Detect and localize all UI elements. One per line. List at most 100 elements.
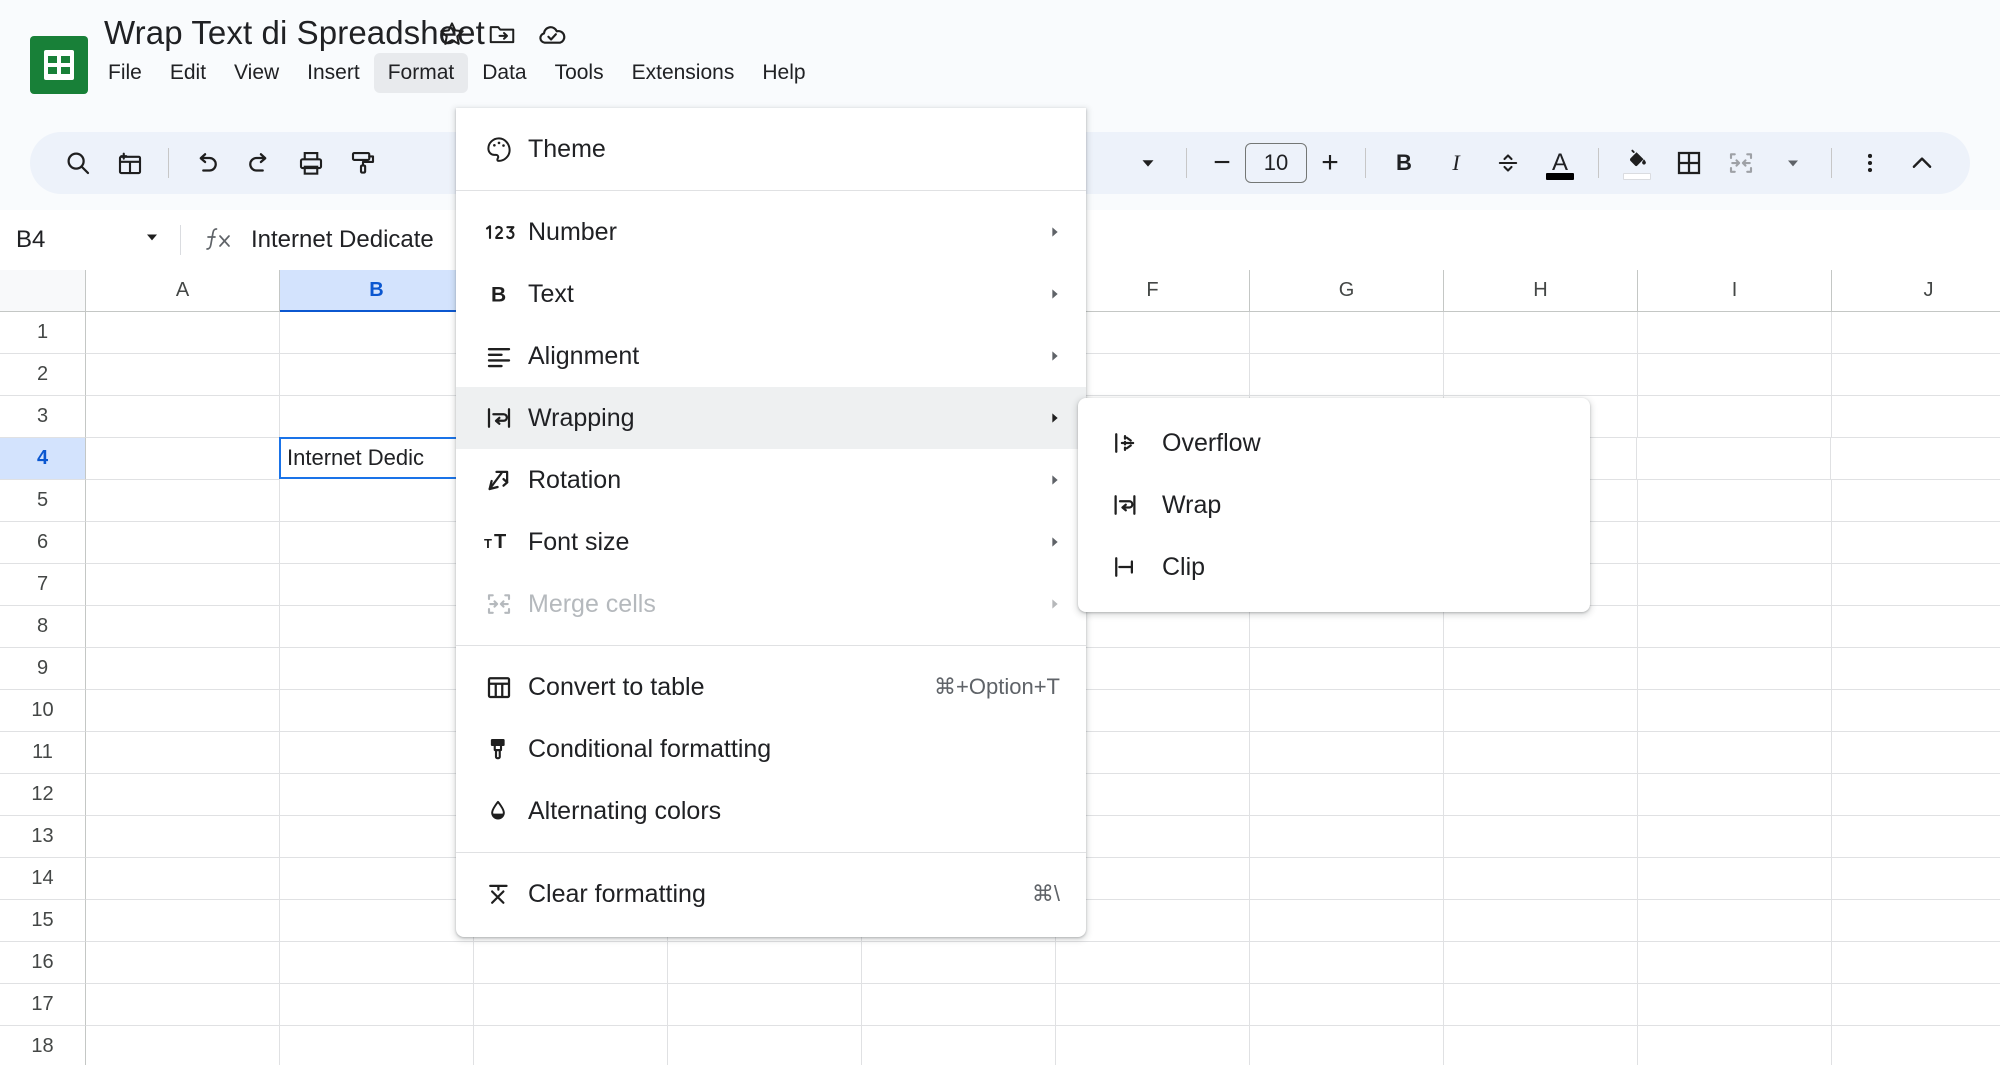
cell-C18[interactable]	[474, 1026, 668, 1065]
menu-format[interactable]: Format	[373, 53, 469, 93]
cell-B10[interactable]	[280, 690, 474, 732]
submenu-item-wrap[interactable]: Wrap	[1078, 474, 1590, 536]
row-header-11[interactable]: 11	[0, 732, 86, 774]
row-header-16[interactable]: 16	[0, 942, 86, 984]
cell-A4[interactable]	[86, 438, 280, 480]
cell-H1[interactable]	[1444, 312, 1638, 354]
cell-B14[interactable]	[280, 858, 474, 900]
cell-I15[interactable]	[1638, 900, 1832, 942]
submenu-item-clip[interactable]: Clip	[1078, 536, 1590, 598]
font-size-decrease-button[interactable]: −	[1199, 140, 1245, 186]
row-header-15[interactable]: 15	[0, 900, 86, 942]
cell-H9[interactable]	[1444, 648, 1638, 690]
cell-G14[interactable]	[1250, 858, 1444, 900]
cloud-saved-icon[interactable]	[532, 14, 572, 54]
cell-I4[interactable]	[1637, 438, 1831, 480]
cell-B7[interactable]	[280, 564, 474, 606]
cell-B8[interactable]	[280, 606, 474, 648]
cell-A5[interactable]	[86, 480, 280, 522]
cell-B3[interactable]	[280, 396, 474, 438]
cell-A13[interactable]	[86, 816, 280, 858]
cell-G18[interactable]	[1250, 1026, 1444, 1065]
fill-color-icon[interactable]	[1611, 137, 1663, 189]
cell-E18[interactable]	[862, 1026, 1056, 1065]
cell-B2[interactable]	[280, 354, 474, 396]
row-header-12[interactable]: 12	[0, 774, 86, 816]
menu-view[interactable]: View	[220, 53, 293, 93]
row-header-10[interactable]: 10	[0, 690, 86, 732]
move-to-folder-icon[interactable]	[482, 14, 522, 54]
menu-item-conditional-formatting[interactable]: Conditional formatting	[456, 718, 1086, 780]
cell-B11[interactable]	[280, 732, 474, 774]
menu-item-text[interactable]: B Text	[456, 263, 1086, 325]
cell-J6[interactable]	[1832, 522, 2000, 564]
fx-icon[interactable]	[203, 226, 235, 254]
cell-B15[interactable]	[280, 900, 474, 942]
column-header-A[interactable]: A	[86, 270, 280, 312]
row-header-1[interactable]: 1	[0, 312, 86, 354]
cell-C17[interactable]	[474, 984, 668, 1026]
cell-H18[interactable]	[1444, 1026, 1638, 1065]
row-header-9[interactable]: 9	[0, 648, 86, 690]
cell-H16[interactable]	[1444, 942, 1638, 984]
cell-A11[interactable]	[86, 732, 280, 774]
cell-H10[interactable]	[1444, 690, 1638, 732]
row-header-4[interactable]: 4	[0, 438, 86, 480]
cell-H17[interactable]	[1444, 984, 1638, 1026]
cell-J13[interactable]	[1832, 816, 2000, 858]
cell-J18[interactable]	[1832, 1026, 2000, 1065]
cell-I12[interactable]	[1638, 774, 1832, 816]
column-header-J[interactable]: J	[1832, 270, 2000, 312]
cell-I10[interactable]	[1638, 690, 1832, 732]
cell-I13[interactable]	[1638, 816, 1832, 858]
cell-B5[interactable]	[280, 480, 474, 522]
font-size-increase-button[interactable]: +	[1307, 140, 1353, 186]
cell-A9[interactable]	[86, 648, 280, 690]
cell-J16[interactable]	[1832, 942, 2000, 984]
cell-J9[interactable]	[1832, 648, 2000, 690]
cell-I3[interactable]	[1638, 396, 1832, 438]
menu-item-theme[interactable]: Theme	[456, 118, 1086, 180]
row-header-5[interactable]: 5	[0, 480, 86, 522]
cell-J8[interactable]	[1832, 606, 2000, 648]
cell-B12[interactable]	[280, 774, 474, 816]
cell-G2[interactable]	[1250, 354, 1444, 396]
cell-B6[interactable]	[280, 522, 474, 564]
cell-I8[interactable]	[1638, 606, 1832, 648]
cell-J12[interactable]	[1832, 774, 2000, 816]
cell-A12[interactable]	[86, 774, 280, 816]
menu-item-font-size[interactable]: T T Font size	[456, 511, 1086, 573]
cell-I18[interactable]	[1638, 1026, 1832, 1065]
cell-F17[interactable]	[1056, 984, 1250, 1026]
font-size-input[interactable]: 10	[1245, 143, 1307, 183]
column-header-B[interactable]: B	[280, 270, 474, 312]
submenu-item-overflow[interactable]: Overflow	[1078, 412, 1590, 474]
cell-J2[interactable]	[1832, 354, 2000, 396]
cell-A16[interactable]	[86, 942, 280, 984]
cell-G12[interactable]	[1250, 774, 1444, 816]
row-header-7[interactable]: 7	[0, 564, 86, 606]
cell-A6[interactable]	[86, 522, 280, 564]
row-header-6[interactable]: 6	[0, 522, 86, 564]
cell-B4[interactable]: Internet Dedic	[279, 437, 473, 479]
redo-icon[interactable]	[233, 137, 285, 189]
menu-extensions[interactable]: Extensions	[618, 53, 749, 93]
cell-G8[interactable]	[1250, 606, 1444, 648]
cell-J3[interactable]	[1832, 396, 2000, 438]
cell-J4[interactable]	[1831, 438, 2000, 480]
cell-G9[interactable]	[1250, 648, 1444, 690]
cell-B16[interactable]	[280, 942, 474, 984]
menu-file[interactable]: File	[94, 53, 156, 93]
menu-edit[interactable]: Edit	[156, 53, 220, 93]
cell-J17[interactable]	[1832, 984, 2000, 1026]
menu-tools[interactable]: Tools	[541, 53, 618, 93]
zoom-caret-icon[interactable]	[1122, 137, 1174, 189]
cell-E16[interactable]	[862, 942, 1056, 984]
cell-J10[interactable]	[1832, 690, 2000, 732]
cell-I5[interactable]	[1638, 480, 1832, 522]
cell-H2[interactable]	[1444, 354, 1638, 396]
row-header-13[interactable]: 13	[0, 816, 86, 858]
cell-G10[interactable]	[1250, 690, 1444, 732]
cell-F16[interactable]	[1056, 942, 1250, 984]
cell-B13[interactable]	[280, 816, 474, 858]
